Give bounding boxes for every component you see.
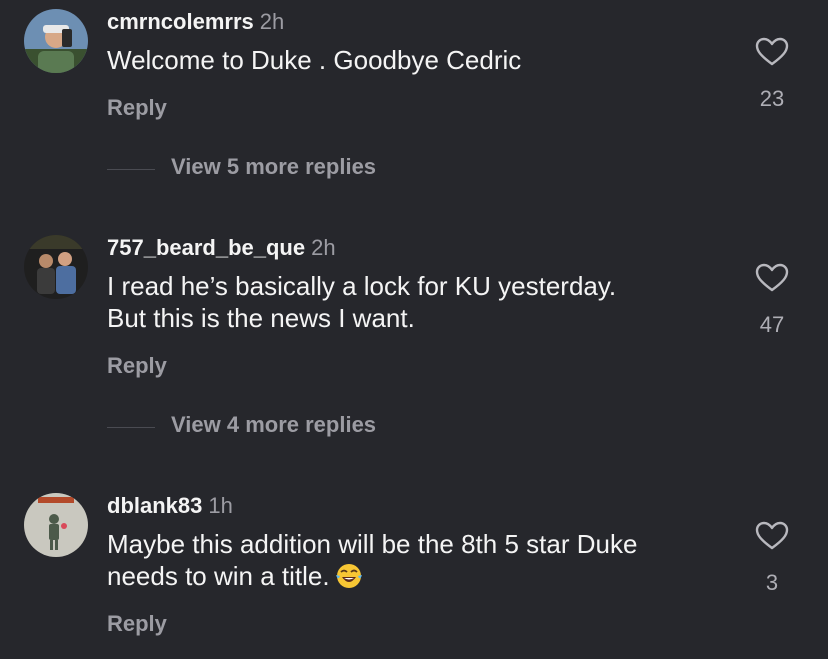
comment-text: Welcome to Duke . Goodbye Cedric <box>107 45 522 75</box>
like-count: 47 <box>759 312 785 337</box>
divider <box>107 169 155 170</box>
heart-icon[interactable] <box>755 263 789 293</box>
avatar[interactable] <box>24 235 88 299</box>
timestamp: 2h <box>259 9 285 34</box>
comment-text-line: needs to win a title. <box>107 560 727 592</box>
view-more-replies[interactable]: View 4 more replies <box>107 412 427 442</box>
comment-text-line: I read he’s basically a lock for KU yest… <box>107 271 617 301</box>
like-count: 23 <box>759 86 785 111</box>
username[interactable]: cmrncolemrrs <box>107 9 254 34</box>
comment-meta: dblank83 1h <box>107 493 233 519</box>
comment-text-line: Maybe this addition will be the 8th 5 st… <box>107 529 638 559</box>
reply-button[interactable]: Reply <box>107 95 167 121</box>
profile-photo-icon <box>24 493 88 557</box>
view-more-replies[interactable]: View 5 more replies <box>107 154 427 184</box>
reply-button[interactable]: Reply <box>107 353 167 379</box>
like-count: 3 <box>765 570 779 595</box>
comment-meta: 757_beard_be_que 2h <box>107 235 336 261</box>
profile-photo-icon <box>24 235 88 299</box>
timestamp: 2h <box>311 235 336 260</box>
comment-meta: cmrncolemrrs 2h <box>107 9 284 35</box>
comment-text-line: But this is the news I want. <box>107 303 415 333</box>
comment-text: I read he’s basically a lock for KU yest… <box>107 270 727 334</box>
view-more-label: View 5 more replies <box>171 154 377 179</box>
reply-button[interactable]: Reply <box>107 611 167 637</box>
avatar[interactable] <box>24 493 88 557</box>
username[interactable]: dblank83 <box>107 493 202 518</box>
timestamp: 1h <box>208 493 233 518</box>
username[interactable]: 757_beard_be_que <box>107 235 305 260</box>
tears-of-joy-emoji-icon <box>335 564 362 588</box>
heart-icon[interactable] <box>755 521 789 551</box>
heart-icon[interactable] <box>755 37 789 67</box>
profile-photo-icon <box>24 9 88 73</box>
comment-text: Maybe this addition will be the 8th 5 st… <box>107 528 727 592</box>
view-more-label: View 4 more replies <box>171 412 377 437</box>
comment-text-line-content: needs to win a title. <box>107 561 330 591</box>
divider <box>107 427 155 428</box>
avatar[interactable] <box>24 9 88 73</box>
